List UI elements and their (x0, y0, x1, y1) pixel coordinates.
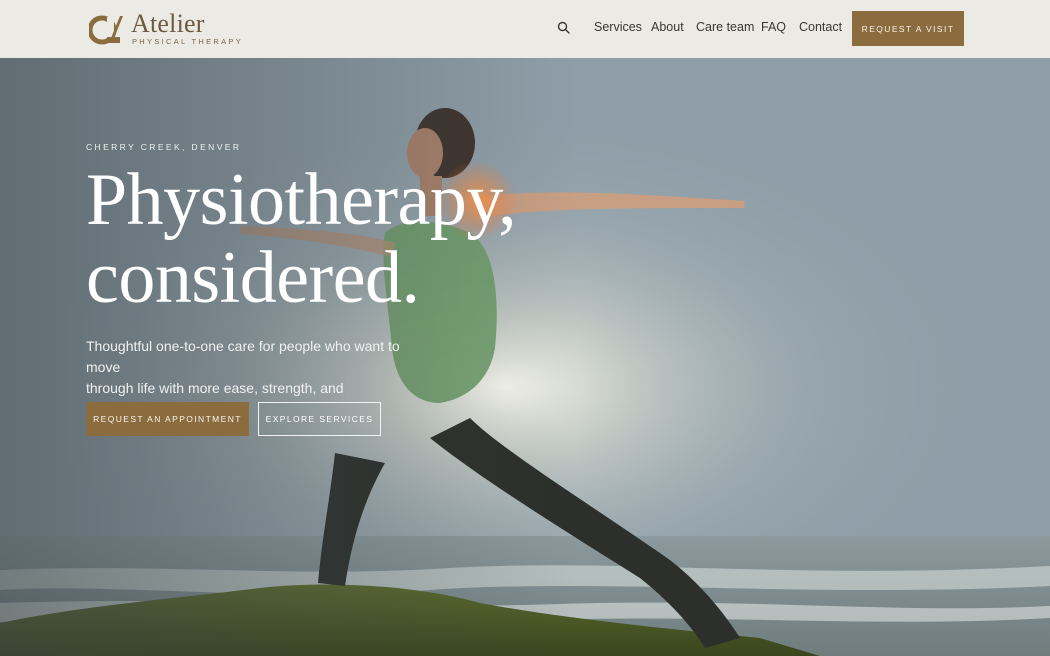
hero-headline-line-1: Physiotherapy, (86, 159, 517, 241)
hero-section: CHERRY CREEK, DENVER Physiotherapy, cons… (0, 58, 1050, 656)
nav-link-about[interactable]: About (651, 20, 684, 34)
search-icon[interactable] (556, 20, 572, 36)
brand-name: Atelier (131, 9, 205, 38)
atelier-logo-mark-icon (89, 15, 123, 45)
hero-eyebrow: CHERRY CREEK, DENVER (86, 142, 242, 152)
hero-headline-line-2: considered. (86, 237, 420, 319)
nav-link-faq[interactable]: FAQ (761, 20, 786, 34)
hero-lede-line-1: Thoughtful one-to-one care for people wh… (86, 338, 400, 375)
hero-headline: Physiotherapy, considered. (86, 159, 517, 319)
request-visit-button[interactable]: REQUEST A VISIT (852, 11, 964, 46)
explore-services-button[interactable]: EXPLORE SERVICES (258, 402, 381, 436)
site-header: Atelier PHYSICAL THERAPY Services About … (0, 0, 1050, 58)
nav-link-contact[interactable]: Contact (799, 20, 842, 34)
logo[interactable]: Atelier PHYSICAL THERAPY (89, 9, 243, 46)
nav-link-services[interactable]: Services (594, 20, 642, 34)
nav-link-care-team[interactable]: Care team (696, 20, 754, 34)
brand-tagline: PHYSICAL THERAPY (132, 37, 243, 46)
request-appointment-button[interactable]: REQUEST AN APPOINTMENT (86, 402, 249, 436)
